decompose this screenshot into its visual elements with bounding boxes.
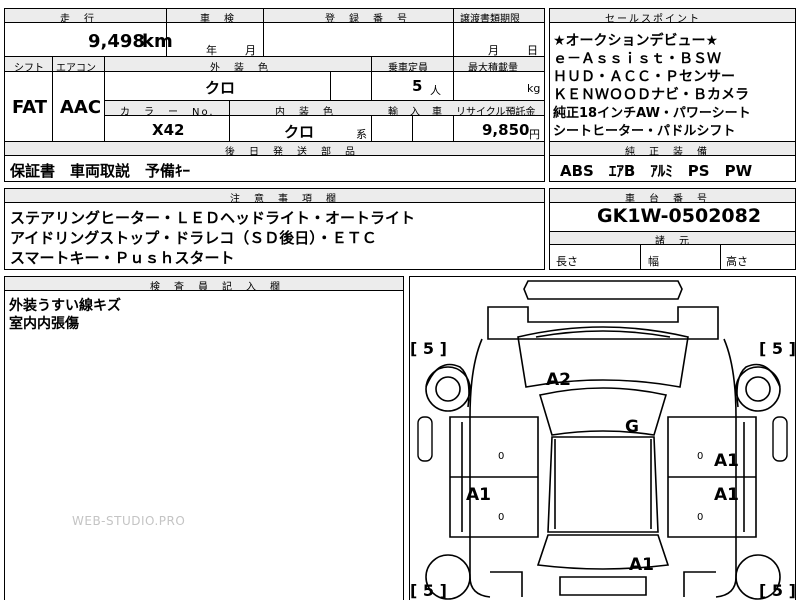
later-parts-text: 保証書 車両取説 予備ｷｰ bbox=[10, 162, 191, 180]
shift-value: FAT bbox=[12, 97, 48, 118]
notes-label: 注 意 事 項 欄 bbox=[230, 194, 338, 205]
dimensions-label: 諸 元 bbox=[655, 236, 691, 247]
capacity-label: 乗車定員 bbox=[388, 63, 428, 74]
grade-right-front-door: A1 bbox=[714, 451, 739, 471]
inspector-line-2: 室内内張傷 bbox=[9, 316, 79, 332]
chassis-label: 車 台 番 号 bbox=[625, 194, 709, 205]
selling-point-3: ＨＵＤ・ＡＣＣ・Ｐセンサー bbox=[553, 69, 735, 85]
inspector-label: 検 査 員 記 入 欄 bbox=[150, 282, 282, 293]
mileage-value: 9,498 bbox=[88, 31, 145, 52]
later-parts-label: 後 日 発 送 部 品 bbox=[225, 147, 357, 158]
interior-color-suffix: 系 bbox=[356, 128, 367, 141]
shift-label: シフト bbox=[14, 63, 44, 74]
watermark: WEB-STUDIO.PRO bbox=[72, 514, 186, 528]
selling-points-label: セールスポイント bbox=[605, 14, 701, 25]
import-label: 輸 入 車 bbox=[388, 107, 443, 118]
exterior-color-value: クロ bbox=[205, 79, 236, 97]
tire-rear-right: [ 5 ] bbox=[759, 581, 796, 600]
selling-point-5: 純正18インチAW・パワーシート bbox=[553, 106, 751, 121]
color-no-value: X42 bbox=[152, 121, 185, 139]
genuine-equipment-label: 純 正 装 備 bbox=[625, 147, 709, 158]
capacity-unit: 人 bbox=[430, 84, 441, 97]
grade-right-rear-door: A1 bbox=[714, 485, 739, 505]
handle-mark-right-rear: 0 bbox=[697, 512, 704, 523]
selling-point-1: ★オークションデビュー★ bbox=[553, 33, 719, 49]
dimension-length-label: 長さ bbox=[556, 255, 578, 268]
tire-front-left: [ 5 ] bbox=[410, 339, 447, 358]
handle-mark-right-front: 0 bbox=[697, 451, 704, 462]
inspector-line-1: 外装うすい線キズ bbox=[9, 298, 121, 314]
handle-mark-left-rear: 0 bbox=[498, 512, 505, 523]
chassis-number: GK1W-0502082 bbox=[597, 205, 762, 227]
interior-color-value: クロ bbox=[284, 123, 315, 141]
grade-windshield: G bbox=[625, 417, 639, 437]
capacity-value: 5 bbox=[412, 77, 423, 95]
color-no-label: カ ラ ー No. bbox=[120, 107, 215, 118]
grade-hood: A2 bbox=[546, 370, 571, 390]
exterior-color-label: 外 装 色 bbox=[210, 63, 270, 74]
tire-rear-left: [ 5 ] bbox=[410, 581, 447, 600]
max-load-label: 最大積載量 bbox=[468, 63, 518, 74]
interior-color-label: 内 装 色 bbox=[275, 107, 335, 118]
mileage-label: 走 行 bbox=[60, 14, 96, 25]
notes-line-1: ステアリングヒーター・ＬＥＤヘッドライト・オートライト bbox=[10, 209, 416, 227]
recycle-unit: 円 bbox=[529, 128, 540, 141]
notes-line-3: スマートキー・Ｐｕｓｈスタート bbox=[10, 249, 235, 267]
selling-point-4: ＫＥＮＷＯＯＤナビ・Ｂカメラ bbox=[553, 87, 749, 103]
aircon-label: エアコン bbox=[56, 63, 96, 74]
genuine-equipment-text: ABS ｴｱB ｱﾙﾐ PS PW bbox=[560, 162, 753, 180]
registration-label: 登 録 番 号 bbox=[325, 14, 409, 25]
top-table bbox=[4, 8, 545, 142]
tire-front-right: [ 5 ] bbox=[759, 339, 796, 358]
aircon-value: AAC bbox=[60, 97, 102, 118]
recycle-value: 9,850 bbox=[482, 121, 530, 139]
notes-line-2: アイドリングストップ・ドラレコ（ＳＤ後日）・ＥＴＣ bbox=[10, 229, 377, 247]
mileage-unit: km bbox=[142, 31, 173, 52]
dimension-width-label: 幅 bbox=[648, 255, 659, 268]
inspection-label: 車 検 bbox=[200, 14, 236, 25]
grade-left-rear-door: A1 bbox=[466, 485, 491, 505]
recycle-label: リサイクル預託金 bbox=[456, 107, 536, 118]
dimension-height-label: 高さ bbox=[726, 255, 748, 268]
car-diagram bbox=[417, 280, 788, 600]
selling-point-6: シートヒーター・パドルシフト bbox=[553, 124, 736, 139]
transfer-label: 譲渡書類期限 bbox=[460, 14, 520, 25]
grade-rear: A1 bbox=[629, 555, 654, 575]
selling-point-2: ｅ－Ａｓｓｉｓｔ・ＢＳＷ bbox=[553, 51, 721, 67]
max-load-unit: kg bbox=[527, 82, 541, 95]
handle-mark-left-front: 0 bbox=[498, 451, 505, 462]
